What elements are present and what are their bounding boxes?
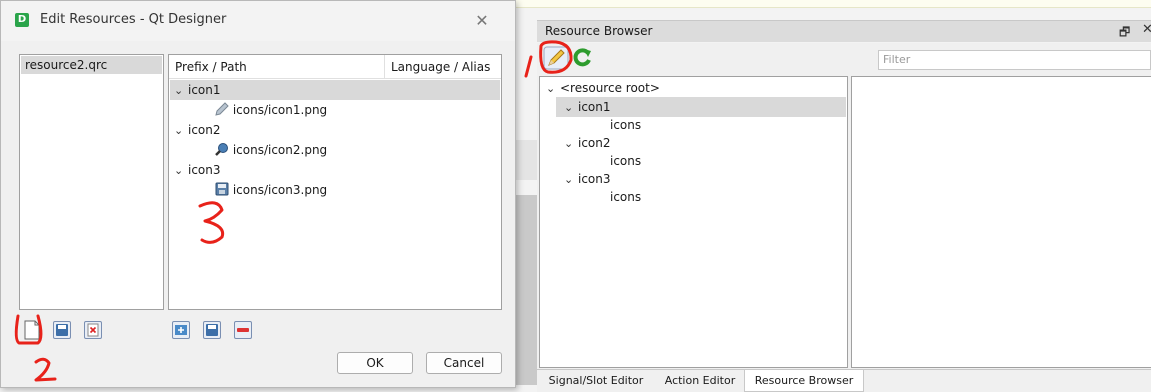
annotation-3 — [198, 201, 225, 244]
annotation-2 — [34, 357, 57, 382]
annotation-overlay — [14, 40, 573, 382]
annotation-1 — [524, 55, 533, 78]
annotation-circle-pencil — [539, 40, 573, 74]
annotation-circle-new-file — [14, 314, 43, 345]
